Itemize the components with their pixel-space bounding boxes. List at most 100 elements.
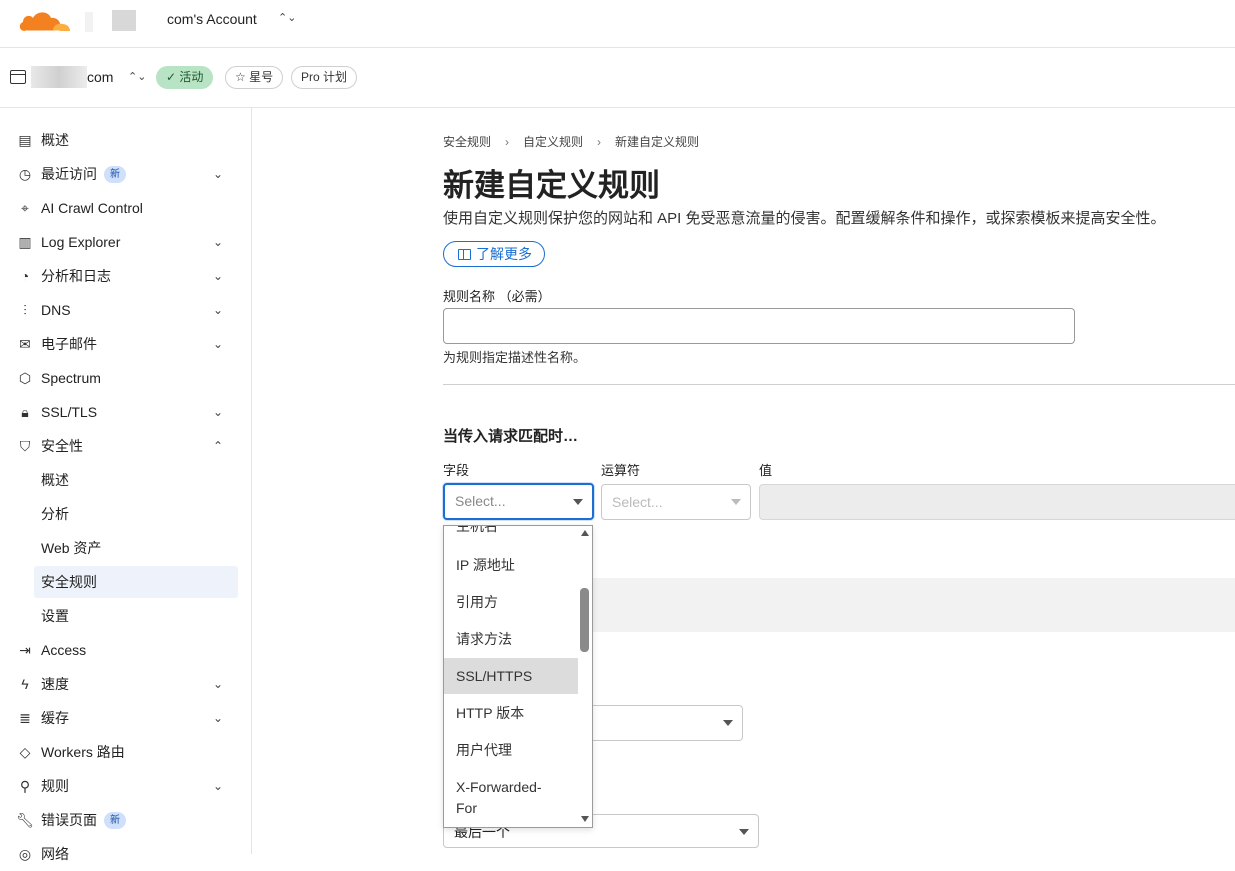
- robot-icon: ⌖: [21, 199, 29, 216]
- field-dropdown-menu[interactable]: 主机名 IP 源地址 引用方请求方法 SSL/HTTPS HTTP 版本 用户代理 X-Fo…: [443, 525, 593, 828]
- dropdown-option[interactable]: 请求方法: [444, 630, 578, 648]
- sidebar-item-label: 规则: [41, 778, 69, 794]
- chevron-down-icon[interactable]: ⌄: [213, 405, 223, 419]
- sidebar-subitem[interactable]: Web 资产: [41, 534, 101, 562]
- sidebar-item-network-globe[interactable]: ◎ 网络: [0, 837, 252, 871]
- account-name[interactable]: com's Account: [167, 11, 257, 27]
- new-badge: 新: [104, 166, 126, 183]
- log-icon: ▥: [18, 233, 32, 250]
- chevron-down-icon[interactable]: ⌄: [213, 167, 223, 181]
- action-select[interactable]: [580, 705, 743, 741]
- chevron-up-icon[interactable]: ⌃: [213, 439, 223, 453]
- scrollbar-thumb[interactable]: [580, 588, 589, 652]
- sidebar-item-label: 分析和日志: [41, 268, 111, 284]
- sidebar-item-label: 速度: [41, 676, 69, 692]
- chevron-right-icon: ›: [505, 135, 510, 149]
- shield-icon: ⛉: [19, 437, 31, 454]
- learn-more-label: 了解更多: [476, 246, 532, 262]
- chevron-down-icon[interactable]: ⌄: [213, 677, 223, 691]
- scroll-down-icon[interactable]: [581, 816, 589, 822]
- sidebar-item-robot[interactable]: ⌖ AI Crawl Control: [0, 191, 252, 225]
- sidebar-subitem[interactable]: 设置: [41, 602, 69, 630]
- dropdown-arrow-icon: [731, 499, 741, 505]
- value-label: 值: [759, 463, 773, 478]
- sidebar-item-log[interactable]: ▥ Log Explorer ⌄: [0, 225, 252, 259]
- access-icon: ⇥: [19, 641, 31, 658]
- sidebar-item-document[interactable]: ▤ 概述: [0, 123, 252, 157]
- sidebar-item-wrench[interactable]: 🔧︎ 错误页面新: [0, 803, 252, 837]
- operator-label: 运算符: [601, 463, 641, 478]
- learn-more-button[interactable]: 了解更多: [443, 241, 545, 267]
- network-globe-icon: ◎: [18, 845, 32, 862]
- value-input[interactable]: [759, 484, 1235, 520]
- breadcrumb-security-rules[interactable]: 安全规则: [443, 135, 491, 149]
- mail-icon: ✉: [19, 335, 31, 352]
- rule-name-help: 为规则指定描述性名称。: [443, 350, 587, 365]
- sidebar-item-shield[interactable]: ⛉ 安全性 ⌃: [0, 429, 252, 463]
- sidebar-item-access[interactable]: ⇥ Access: [0, 633, 252, 667]
- sidebar-item-label: Spectrum: [41, 370, 101, 386]
- operator-select[interactable]: Select...: [601, 484, 751, 520]
- sidebar-item-rules[interactable]: ⚲ 规则 ⌄: [0, 769, 252, 803]
- zone-switcher-icon[interactable]: ⌃⌄: [128, 70, 146, 83]
- dropdown-option[interactable]: 引用方: [444, 593, 578, 611]
- zone-name[interactable]: com: [87, 69, 113, 85]
- sidebar-item-shield-star[interactable]: ⬡ Spectrum: [0, 361, 252, 395]
- field-select[interactable]: Select...: [443, 483, 594, 520]
- sidebar-item-mail[interactable]: ✉ 电子邮件 ⌄: [0, 327, 252, 361]
- dropdown-arrow-icon: [573, 499, 583, 505]
- divider: [443, 384, 1235, 385]
- sidebar-item-label: 概述: [41, 132, 69, 148]
- cloudflare-logo[interactable]: [17, 9, 71, 33]
- sidebar-item-workers[interactable]: ◇ Workers 路由: [0, 735, 252, 769]
- bolt-icon: ϟ: [21, 676, 29, 692]
- sidebar-item-chart-pie[interactable]: ◔ 分析和日志 ⌄: [0, 259, 252, 293]
- dropdown-option[interactable]: For: [444, 799, 578, 817]
- dropdown-option[interactable]: IP 源地址: [444, 556, 578, 574]
- sidebar-subitem[interactable]: 分析: [41, 500, 69, 528]
- rule-name-label: 规则名称 （必需）: [443, 289, 551, 304]
- network-icon: ⫶: [23, 301, 27, 318]
- sidebar-subitem[interactable]: 安全规则: [41, 568, 97, 596]
- expression-preview: [593, 578, 1235, 632]
- sidebar-item-label: Workers 路由: [41, 744, 125, 760]
- account-switcher-icon[interactable]: ⌃⌄: [278, 11, 296, 24]
- status-badge: ✓ 活动: [156, 66, 214, 89]
- new-badge: 新: [104, 812, 126, 829]
- sidebar-item-cache[interactable]: ≣ 缓存 ⌄: [0, 701, 252, 735]
- sidebar-item-bolt[interactable]: ϟ 速度 ⌄: [0, 667, 252, 701]
- sidebar-item-network[interactable]: ⫶ DNS ⌄: [0, 293, 252, 327]
- chevron-down-icon[interactable]: ⌄: [213, 235, 223, 249]
- chevron-down-icon[interactable]: ⌄: [213, 779, 223, 793]
- breadcrumb-current: 新建自定义规则: [615, 135, 700, 149]
- sidebar-item-label: DNS: [41, 302, 71, 318]
- plan-badge[interactable]: Pro 计划: [291, 66, 358, 89]
- star-button[interactable]: ☆ 星号: [225, 66, 284, 89]
- sidebar-item-label: 缓存: [41, 710, 69, 726]
- cache-icon: ≣: [19, 709, 31, 726]
- rule-name-input[interactable]: [443, 308, 1075, 344]
- chevron-down-icon[interactable]: ⌄: [213, 269, 223, 283]
- dropdown-option[interactable]: HTTP 版本: [444, 704, 578, 722]
- redacted-block: [85, 12, 93, 32]
- chevron-down-icon[interactable]: ⌄: [213, 337, 223, 351]
- scroll-up-icon[interactable]: [581, 530, 589, 536]
- redacted-block: [112, 10, 136, 31]
- dropdown-arrow-icon: [723, 720, 733, 726]
- book-icon: [458, 249, 471, 260]
- chevron-down-icon[interactable]: ⌄: [213, 711, 223, 725]
- breadcrumb-custom-rules[interactable]: 自定义规则: [523, 135, 583, 149]
- dropdown-option[interactable]: 主机名: [444, 526, 578, 535]
- dropdown-option[interactable]: SSL/HTTPS: [444, 658, 578, 694]
- dropdown-option[interactable]: X-Forwarded-: [444, 778, 578, 796]
- zone-bar: com ⌃⌄ ✓ 活动 ☆ 星号 Pro 计划: [0, 48, 1235, 108]
- chevron-down-icon[interactable]: ⌄: [213, 303, 223, 317]
- redacted-block: [31, 66, 87, 88]
- sidebar-item-lock[interactable]: 🔒︎ SSL/TLS ⌄: [0, 395, 252, 429]
- dropdown-option[interactable]: 用户代理: [444, 741, 578, 759]
- sidebar-item-history[interactable]: ◷ 最近访问新 ⌄: [0, 157, 252, 191]
- workers-icon: ◇: [19, 743, 31, 760]
- breadcrumb: 安全规则 › 自定义规则 › 新建自定义规则: [443, 133, 699, 150]
- shield-star-icon: ⬡: [18, 369, 32, 386]
- sidebar-subitem[interactable]: 概述: [41, 466, 69, 494]
